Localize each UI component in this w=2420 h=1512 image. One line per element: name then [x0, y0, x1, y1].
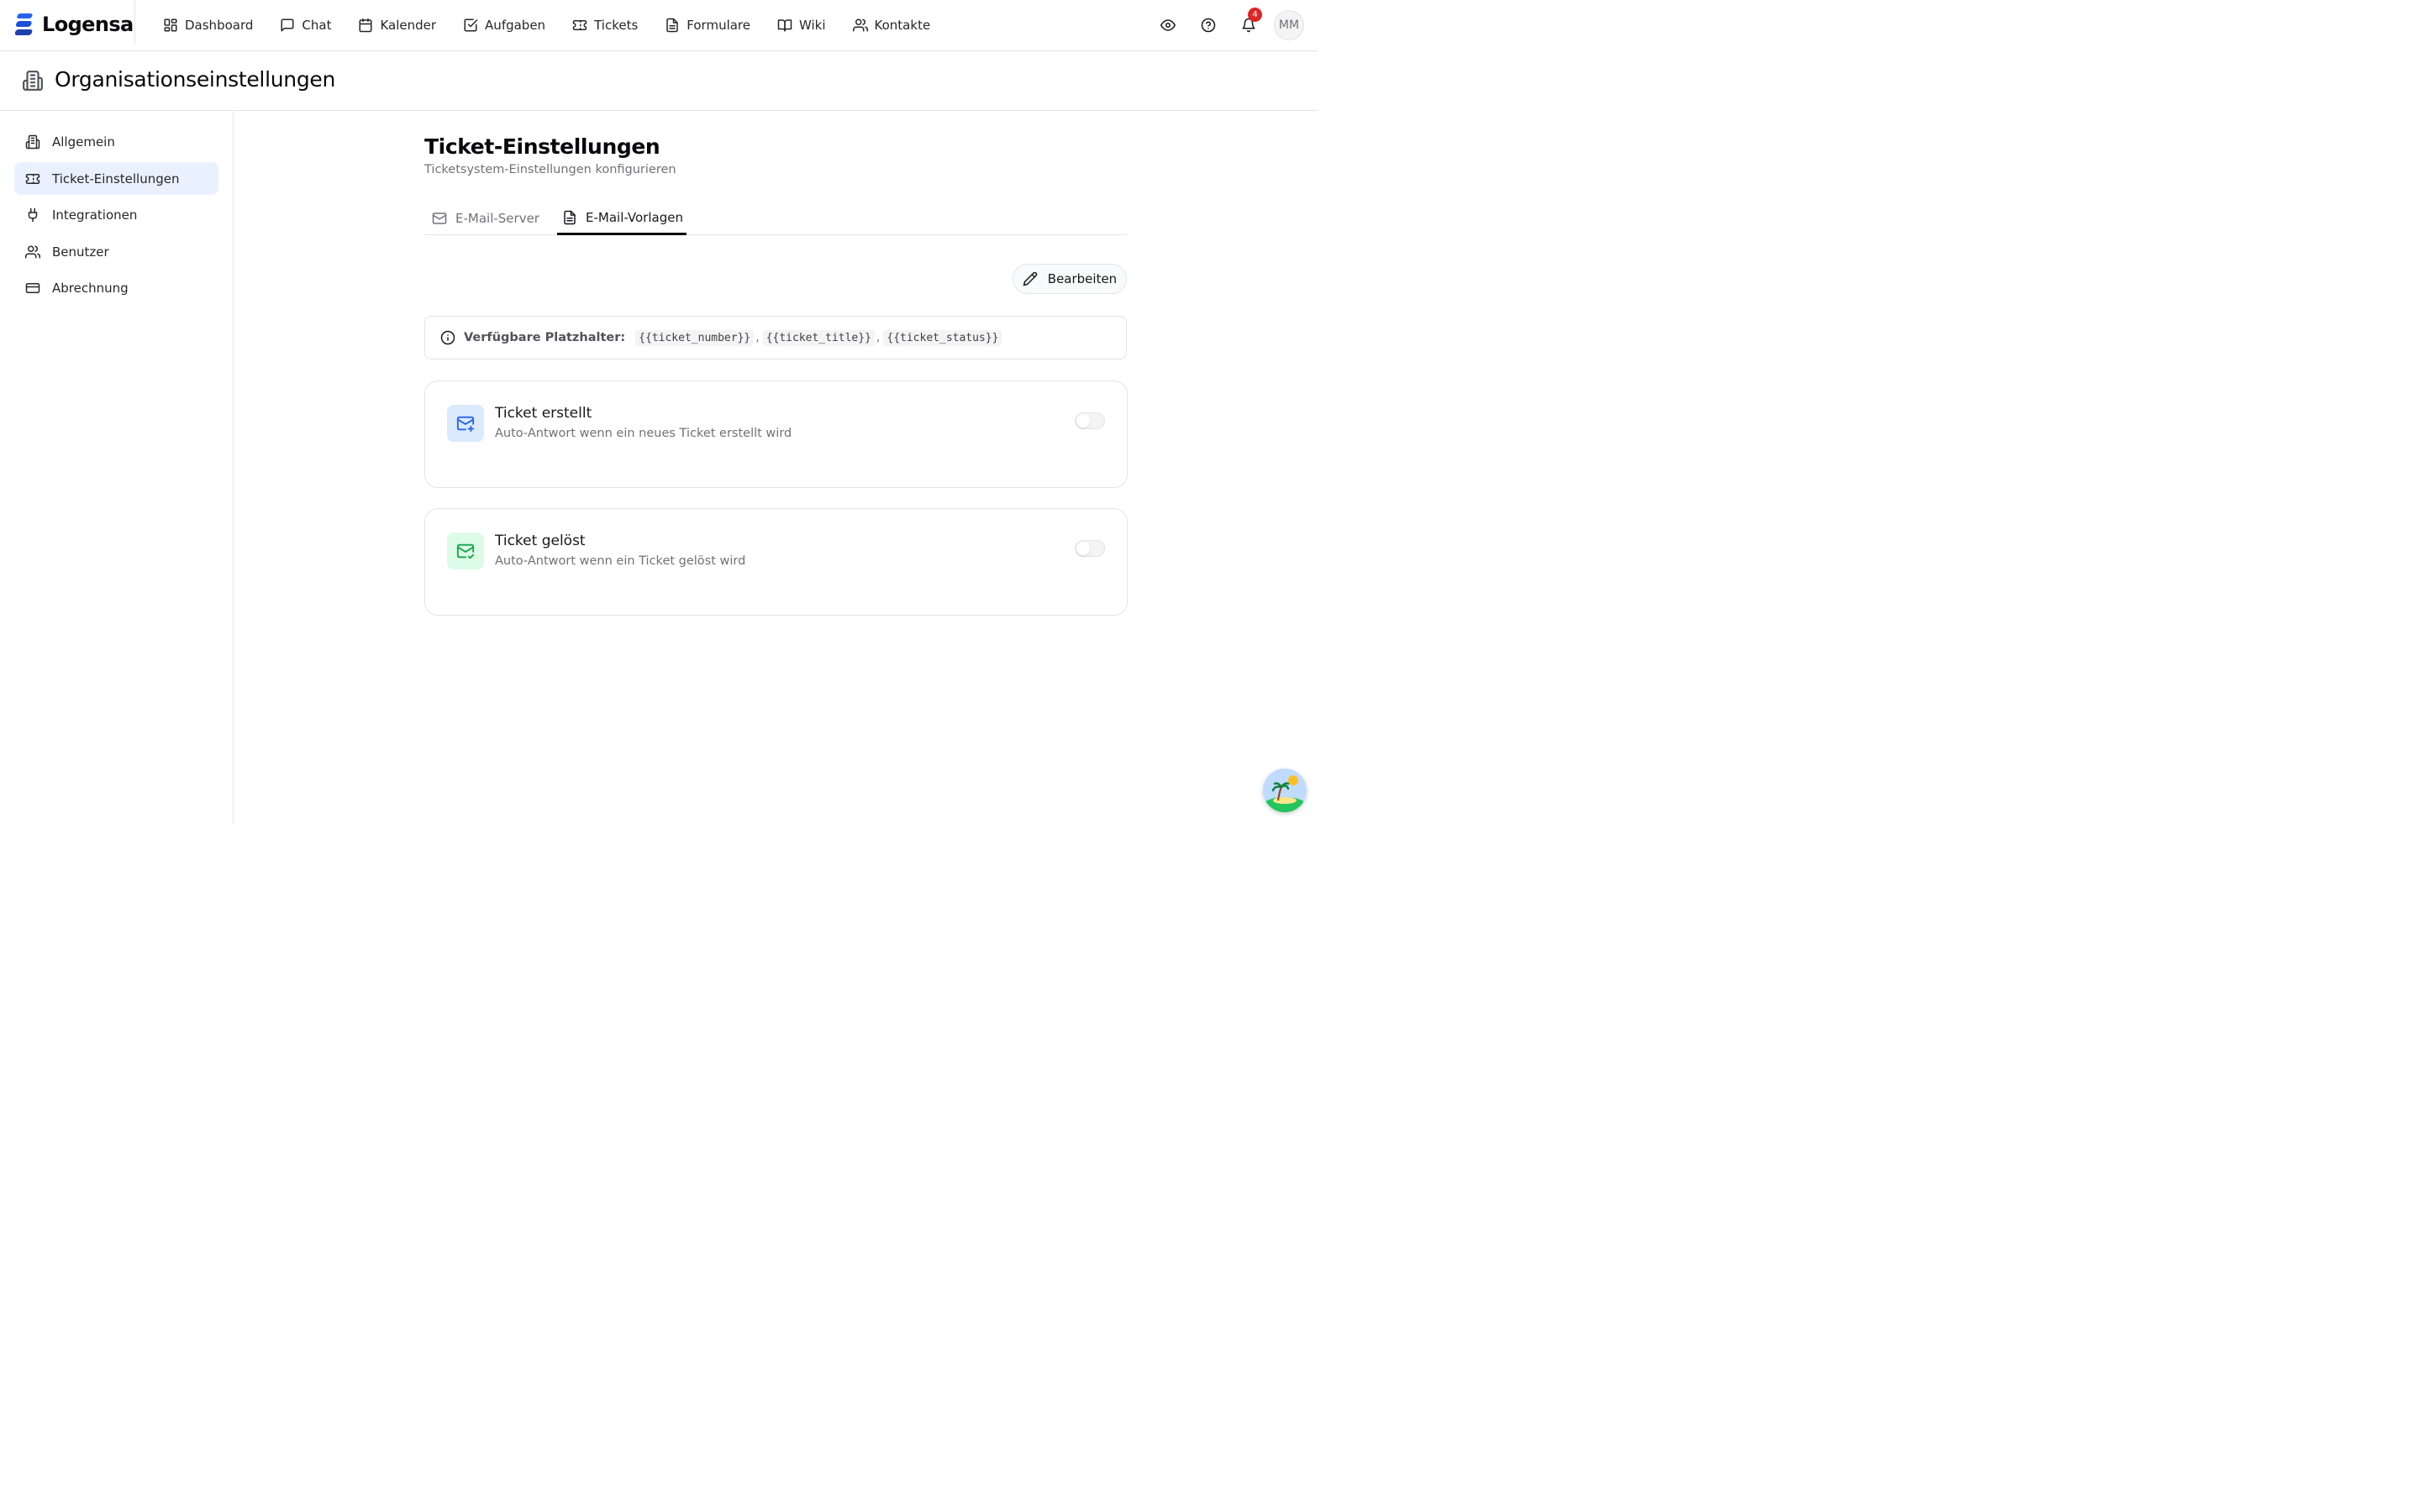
template-card-ticket-erstellt: Ticket erstellt Auto-Antwort wenn ein ne…	[424, 381, 1128, 488]
nav-item-label: Aufgaben	[485, 18, 546, 33]
book-icon	[777, 19, 792, 32]
form-icon	[666, 18, 679, 33]
sidebar-item-label: Ticket-Einstellungen	[52, 171, 180, 186]
mail-icon	[432, 213, 447, 224]
credit-card-icon	[25, 282, 40, 293]
template-card-ticket-geloest: Ticket gelöst Auto-Antwort wenn ein Tick…	[424, 508, 1128, 616]
user-avatar[interactable]: MM	[1274, 10, 1304, 40]
preview-button[interactable]	[1153, 10, 1183, 40]
nav-item-label: Tickets	[594, 18, 639, 33]
nav-item-formulare[interactable]: Formulare	[651, 8, 764, 42]
building-icon	[23, 71, 43, 91]
placeholder-code: {{ticket_number}}	[635, 329, 755, 346]
tab-email-server[interactable]: E-Mail-Server	[432, 202, 539, 235]
edit-button[interactable]: Bearbeiten	[1013, 264, 1127, 294]
sidebar-item-label: Allgemein	[52, 134, 115, 150]
toggle-knob	[1076, 542, 1090, 555]
sidebar-item-allgemein[interactable]: Allgemein	[14, 125, 218, 158]
sidebar-item-label: Integrationen	[52, 207, 138, 223]
card-description: Auto-Antwort wenn ein neues Ticket erste…	[495, 427, 792, 440]
island-illustration-icon	[1263, 769, 1307, 812]
placeholder-code: {{ticket_status}}	[883, 329, 1002, 346]
mail-plus-icon	[456, 416, 475, 433]
toggle-knob	[1076, 414, 1090, 428]
tab-email-vorlagen[interactable]: E-Mail-Vorlagen	[557, 202, 687, 235]
users-icon	[25, 245, 40, 258]
nav-item-label: Wiki	[799, 18, 826, 33]
card-description: Auto-Antwort wenn ein Ticket gelöst wird	[495, 554, 746, 568]
sidebar-item-abrechnung[interactable]: Abrechnung	[14, 271, 218, 304]
card-title: Ticket gelöst	[495, 533, 586, 549]
sidebar-item-ticket-einstellungen[interactable]: Ticket-Einstellungen	[14, 162, 218, 195]
task-icon	[464, 18, 478, 32]
section-subtitle: Ticketsystem-Einstellungen konfigurieren	[424, 163, 676, 176]
floating-assistant-button[interactable]	[1263, 769, 1307, 812]
mail-check-icon	[456, 543, 475, 559]
logo[interactable]: Logensa	[15, 12, 134, 37]
settings-sidebar: Allgemein Ticket-Einstellungen Integrati…	[0, 111, 234, 823]
tab-bar: E-Mail-Server E-Mail-Vorlagen	[424, 202, 1127, 235]
placeholder-separator: ,	[755, 331, 760, 344]
nav-item-dashboard[interactable]: Dashboard	[150, 8, 266, 42]
nav-item-wiki[interactable]: Wiki	[764, 8, 839, 42]
calendar-icon	[359, 18, 372, 33]
nav-item-aufgaben[interactable]: Aufgaben	[450, 8, 559, 42]
tab-label: E-Mail-Vorlagen	[586, 209, 683, 225]
placeholder-info-box: Verfügbare Platzhalter: {{ticket_number}…	[424, 316, 1127, 360]
info-icon	[440, 330, 455, 345]
placeholder-label: Verfügbare Platzhalter:	[464, 331, 626, 344]
nav-item-label: Dashboard	[185, 18, 254, 33]
file-text-icon	[564, 210, 576, 224]
building-icon	[25, 134, 40, 149]
nav-item-label: Kontakte	[874, 18, 931, 33]
notifications-button[interactable]: 4	[1234, 8, 1264, 40]
logo-icon	[15, 13, 33, 35]
nav-item-label: Formulare	[687, 18, 750, 33]
page-title: Organisationseinstellungen	[55, 67, 336, 92]
notification-count-badge: 4	[1248, 8, 1262, 22]
nav-item-label: Chat	[302, 18, 332, 33]
sidebar-item-integrationen[interactable]: Integrationen	[14, 198, 218, 231]
nav-item-chat[interactable]: Chat	[266, 8, 345, 42]
ticket-icon	[572, 20, 587, 30]
card-icon-wrapper	[447, 405, 484, 442]
placeholder-separator: ,	[876, 331, 881, 344]
edit-button-label: Bearbeiten	[1047, 271, 1118, 286]
tab-label: E-Mail-Server	[455, 211, 539, 226]
card-title: Ticket erstellt	[495, 405, 592, 422]
auto-reply-toggle[interactable]	[1075, 412, 1105, 429]
ticket-icon	[25, 173, 40, 184]
nav-divider	[134, 0, 135, 44]
sidebar-item-benutzer[interactable]: Benutzer	[14, 235, 218, 268]
help-button[interactable]	[1193, 10, 1223, 40]
page-header: Organisationseinstellungen	[0, 51, 1318, 111]
chat-icon	[281, 18, 294, 32]
dashboard-icon	[164, 18, 177, 32]
card-icon-wrapper	[447, 533, 484, 570]
plug-icon	[28, 207, 38, 222]
nav-actions: 4 MM	[1153, 8, 1304, 40]
nav-item-label: Kalender	[380, 18, 437, 33]
placeholder-code: {{ticket_title}}	[762, 329, 875, 346]
help-circle-icon	[1201, 18, 1216, 33]
main-nav: Dashboard Chat Kalender Aufgaben Tickets…	[150, 0, 944, 50]
sidebar-item-label: Benutzer	[52, 244, 109, 260]
auto-reply-toggle[interactable]	[1075, 540, 1105, 557]
logo-text: Logensa	[42, 13, 134, 36]
section-title: Ticket-Einstellungen	[424, 134, 660, 159]
sidebar-item-label: Abrechnung	[52, 280, 129, 296]
eye-icon	[1160, 19, 1176, 31]
nav-item-tickets[interactable]: Tickets	[559, 8, 651, 42]
contacts-icon	[852, 18, 868, 32]
nav-item-kalender[interactable]: Kalender	[345, 8, 450, 42]
top-navigation: Logensa Dashboard Chat Kalender Aufgaben…	[0, 0, 1318, 51]
pencil-icon	[1023, 271, 1037, 286]
nav-item-kontakte[interactable]: Kontakte	[839, 8, 944, 42]
